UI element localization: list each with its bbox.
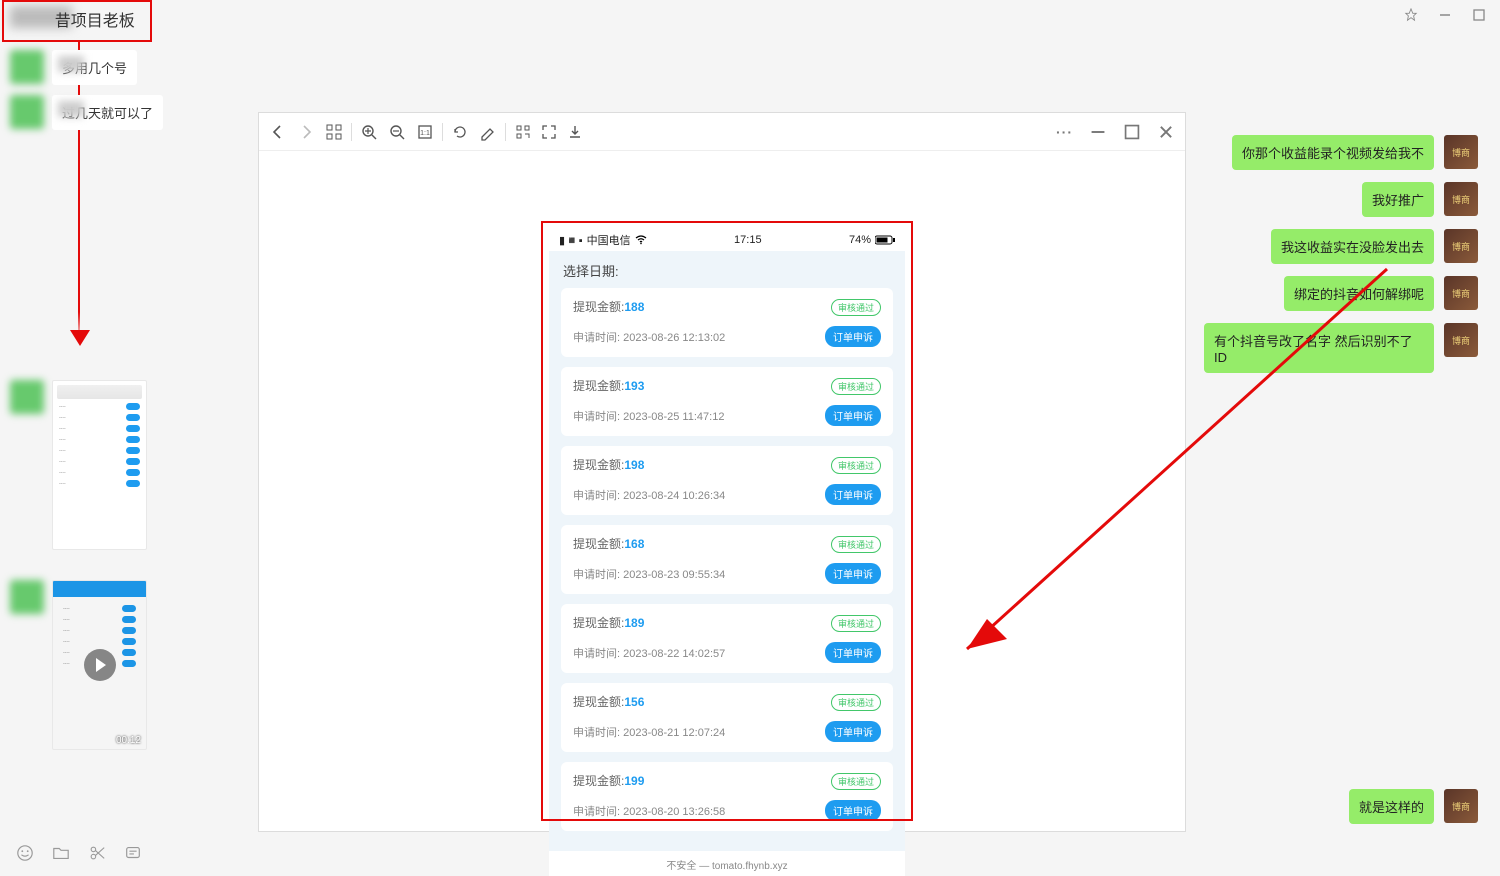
viewer-body: ▮◾▪ 中国电信 17:15 74% 选择日期: 提现金额:188审核通过申请时… (259, 151, 1185, 831)
phone-footer: 不安全 — tomato.fhynb.xyz (549, 851, 905, 876)
message-text: 有个抖音号改了名字 然后识别不了ID (1214, 334, 1413, 365)
outgoing-message: 绑定的抖音如何解绑呢 博商 (1198, 276, 1478, 311)
avatar[interactable]: 博商 (1444, 135, 1478, 169)
image-thumbnail[interactable]: ---- ---- ---- ---- ---- ---- ---- ---- (52, 380, 147, 550)
video-thumbnail[interactable]: ---- ---- ---- ---- ---- ---- 00:12 (52, 580, 147, 750)
message-bubble[interactable]: 过几天就可以了 (52, 95, 163, 130)
message-bubble[interactable]: 就是这样的 (1349, 789, 1434, 824)
minimize-button[interactable] (1436, 6, 1454, 24)
next-arrow-icon[interactable] (297, 123, 315, 141)
message-text: 我好推广 (1372, 193, 1424, 208)
avatar[interactable]: 博商 (1444, 182, 1478, 216)
viewer-close-icon[interactable] (1157, 123, 1175, 141)
incoming-message-column: 多用几个号 过几天就可以了 ---- ---- ---- ---- ---- -… (10, 46, 230, 750)
window-controls (1402, 6, 1488, 24)
annotation-box-phone (541, 221, 913, 821)
grid-icon[interactable] (325, 123, 343, 141)
window-titlebar: XXXX昔项目老板 (0, 0, 1500, 40)
outgoing-message-column: 你那个收益能录个视频发给我不博商 我好推广博商 我这收益实在没脸发出去博商 绑定… (1198, 135, 1478, 385)
svg-text:1:1: 1:1 (420, 130, 430, 137)
avatar[interactable] (10, 580, 44, 614)
emoji-icon[interactable] (16, 844, 34, 862)
fit-icon[interactable]: 1:1 (416, 123, 434, 141)
outgoing-message: 就是这样的 博商 (1349, 789, 1478, 824)
outgoing-message: 有个抖音号改了名字 然后识别不了ID 博商 (1198, 323, 1478, 373)
folder-icon[interactable] (52, 844, 70, 862)
viewer-maximize-icon[interactable] (1123, 123, 1141, 141)
zoom-out-icon[interactable] (388, 123, 406, 141)
play-overlay[interactable] (53, 581, 146, 749)
avatar[interactable]: 博商 (1444, 276, 1478, 310)
message-bubble[interactable]: 你那个收益能录个视频发给我不 (1232, 135, 1434, 170)
text-blur-mask (58, 101, 84, 117)
maximize-button[interactable] (1470, 6, 1488, 24)
rotate-icon[interactable] (451, 123, 469, 141)
avatar[interactable]: 博商 (1444, 323, 1478, 357)
message-bubble[interactable]: 我好推广 (1362, 182, 1434, 217)
avatar[interactable] (10, 50, 44, 84)
avatar[interactable] (10, 380, 44, 414)
avatar[interactable]: 博商 (1444, 789, 1478, 823)
incoming-video-message: ---- ---- ---- ---- ---- ---- 00:12 (10, 580, 230, 750)
pin-icon[interactable] (1402, 6, 1420, 24)
viewer-minimize-icon[interactable] (1089, 123, 1107, 141)
message-text: 绑定的抖音如何解绑呢 (1294, 287, 1424, 302)
viewer-toolbar: 1:1 ··· (259, 113, 1185, 151)
outgoing-message: 我好推广 博商 (1198, 182, 1478, 217)
image-viewer-window: 1:1 ··· ▮◾▪ 中国电信 (258, 112, 1186, 832)
fullscreen-icon[interactable] (540, 123, 558, 141)
play-icon (84, 649, 116, 681)
message-text: 我这收益实在没脸发出去 (1281, 240, 1424, 255)
video-duration: 00:12 (116, 735, 141, 746)
message-bubble[interactable]: 多用几个号 (52, 50, 137, 85)
text-blur-mask (58, 56, 84, 72)
zoom-in-icon[interactable] (360, 123, 378, 141)
message-bubble[interactable]: 有个抖音号改了名字 然后识别不了ID (1204, 323, 1434, 373)
incoming-message: 多用几个号 (10, 50, 230, 85)
outgoing-message: 你那个收益能录个视频发给我不 博商 (1198, 135, 1478, 170)
incoming-message: 过几天就可以了 (10, 95, 230, 130)
chat-input-toolbar (16, 844, 142, 862)
annotation-box-title (2, 0, 152, 42)
scissors-icon[interactable] (88, 844, 106, 862)
thumb-header-bar (57, 385, 142, 399)
message-bubble[interactable]: 我这收益实在没脸发出去 (1271, 229, 1434, 264)
message-text: 你那个收益能录个视频发给我不 (1242, 146, 1424, 161)
edit-icon[interactable] (479, 123, 497, 141)
prev-arrow-icon[interactable] (269, 123, 287, 141)
chat-history-icon[interactable] (124, 844, 142, 862)
message-bubble[interactable]: 绑定的抖音如何解绑呢 (1284, 276, 1434, 311)
download-icon[interactable] (566, 123, 584, 141)
message-text: 就是这样的 (1359, 800, 1424, 815)
avatar[interactable] (10, 95, 44, 129)
outgoing-message: 我这收益实在没脸发出去 博商 (1198, 229, 1478, 264)
more-button[interactable]: ··· (1056, 124, 1073, 140)
qr-scan-icon[interactable] (514, 123, 532, 141)
avatar[interactable]: 博商 (1444, 229, 1478, 263)
incoming-image-message: ---- ---- ---- ---- ---- ---- ---- ---- (10, 380, 230, 550)
